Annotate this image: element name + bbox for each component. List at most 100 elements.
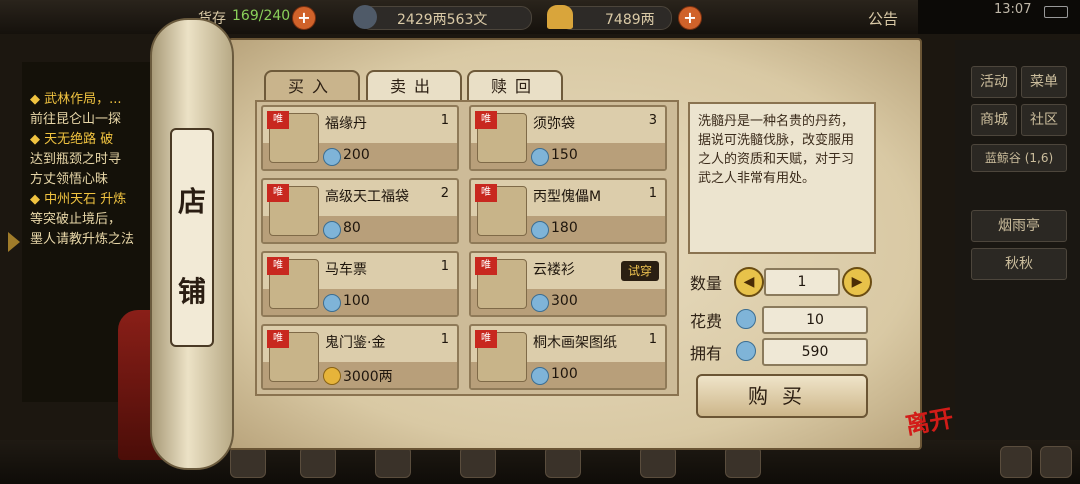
silver-coin-icon [531,294,549,312]
item-name: 高级天工福袋 [325,189,409,205]
qty-label: 数量 [690,274,723,293]
unique-tag: 唯 [475,330,497,348]
item-price: 150 [551,147,578,163]
item-card[interactable]: 唯 桐木画架图纸 1 100 [469,324,667,390]
item-card[interactable]: 唯 丙型傀儡M 1 180 [469,178,667,244]
character-icon[interactable] [230,446,266,478]
bag-count: 169/240 [232,8,291,24]
item-price: 180 [551,220,578,236]
silver-coin-icon [531,221,549,239]
bag-add-button[interactable]: + [292,6,316,30]
task-line: 前往昆仑山一探 [30,112,122,127]
task-line[interactable]: ◆ 天无绝路 破 [30,130,134,150]
location-name: 蓝鲸谷 [984,151,1021,165]
chat-icon[interactable] [1000,446,1032,478]
skill-icon[interactable] [375,446,411,478]
increase-arrow-icon[interactable]: ▶ [842,267,872,297]
craft-icon[interactable] [545,446,581,478]
tab-redeem[interactable]: 赎回 [467,70,563,104]
journal-icon[interactable] [640,446,676,478]
unique-tag: 唯 [475,111,497,129]
item-card[interactable]: 唯 鬼门鉴·金 1 3000两 [261,324,459,390]
item-name: 鬼门鉴·金 [325,335,386,351]
buy-button[interactable]: 购买 [696,374,868,418]
item-name: 桐木画架图纸 [533,335,617,351]
silver-coin-icon [531,367,549,385]
item-card[interactable]: 唯 云褛衫 试穿 300 [469,251,667,317]
community-button[interactable]: 社区 [1021,104,1067,136]
item-qty: 1 [440,332,449,347]
silver-display: 2429两563文 [353,5,532,30]
item-price: 300 [551,293,578,309]
location-display[interactable]: 蓝鲸谷 (1,6) [971,144,1067,172]
item-name: 马车票 [325,262,367,278]
npc-button-1[interactable]: 烟雨亭 [971,210,1067,242]
silver-coin-icon [323,148,341,166]
item-qty: 1 [440,113,449,128]
formation-icon[interactable] [460,446,496,478]
gold-add-button[interactable]: + [678,6,702,30]
item-qty: 1 [648,186,657,201]
silver-value: 2429两563文 [397,12,488,28]
unique-tag: 唯 [267,330,289,348]
task-line: 达到瓶颈之时寻 [30,152,122,167]
bag-icon[interactable] [300,446,336,478]
item-list: 唯 福缘丹 1 200 唯 须弥袋 3 150 唯 高级天工福袋 2 80 唯 … [255,100,679,396]
shop-title-char: 店 [177,185,206,218]
unique-tag: 唯 [267,111,289,129]
item-card[interactable]: 唯 须弥袋 3 150 [469,105,667,171]
location-coords: (1,6) [1024,151,1054,165]
unique-tag: 唯 [267,184,289,202]
tab-buy[interactable]: 买入 [264,70,360,104]
item-price: 100 [343,293,370,309]
gold-display: 7489两 [547,5,672,30]
task-line: 方丈领悟心昧 [30,172,109,187]
unique-tag: 唯 [475,184,497,202]
silver-coin-icon [323,294,341,312]
battery-icon [1044,6,1068,18]
silver-coin-icon [736,309,756,329]
item-qty: 3 [648,113,657,128]
item-card[interactable]: 唯 高级天工福袋 2 80 [261,178,459,244]
notice-button[interactable]: 公告 [868,8,898,29]
expand-arrow-icon[interactable] [8,232,20,252]
item-qty: 1 [648,332,657,347]
task-line[interactable]: ◆ 武林作局，... [30,90,134,110]
gold-ingot-icon [547,5,573,29]
tab-sell[interactable]: 卖出 [366,70,462,104]
item-qty: 1 [440,259,449,274]
menu-button[interactable]: 菜单 [1021,66,1067,98]
settings-icon[interactable] [1040,446,1072,478]
leave-button[interactable]: 离开 [902,398,955,441]
clock: 13:07 [994,2,1032,17]
unique-tag: 唯 [267,257,289,275]
item-name: 云褛衫 [533,262,575,278]
clock-area: 13:07 [918,0,1080,34]
task-line: 墨人请教升炼之法 [30,232,135,247]
own-label: 拥有 [690,344,723,363]
item-name: 须弥袋 [533,116,575,132]
silver-icon [353,5,377,29]
task-line[interactable]: ◆ 中州天石 升炼 [30,190,134,210]
task-list: ◆ 武林作局，... 前往昆仑山一探 ◆ 天无绝路 破 达到瓶颈之时寻 方丈领悟… [30,90,134,250]
gold-value: 7489两 [605,12,655,28]
item-description: 洗髓丹是一种名贵的丹药，据说可洗髓伐脉，改变服用之人的资质和天赋，对于习武之人非… [688,102,876,254]
mall-button[interactable]: 商城 [971,104,1017,136]
try-on-button[interactable]: 试穿 [621,261,659,281]
activity-button[interactable]: 活动 [971,66,1017,98]
silver-coin-icon [323,221,341,239]
item-price: 200 [343,147,370,163]
item-name: 丙型傀儡M [533,189,602,205]
decrease-arrow-icon[interactable]: ◀ [734,267,764,297]
npc-button-2[interactable]: 秋秋 [971,248,1067,280]
item-qty: 2 [440,186,449,201]
silver-coin-icon [736,341,756,361]
shop-title-plaque: 店 铺 [170,128,214,347]
item-card[interactable]: 唯 马车票 1 100 [261,251,459,317]
item-card[interactable]: 唯 福缘丹 1 200 [261,105,459,171]
guild-icon[interactable] [725,446,761,478]
cost-value: 10 [762,306,868,334]
item-price: 80 [343,220,361,236]
shop-title-char: 铺 [177,275,206,308]
quantity-input[interactable]: 1 [764,268,840,296]
